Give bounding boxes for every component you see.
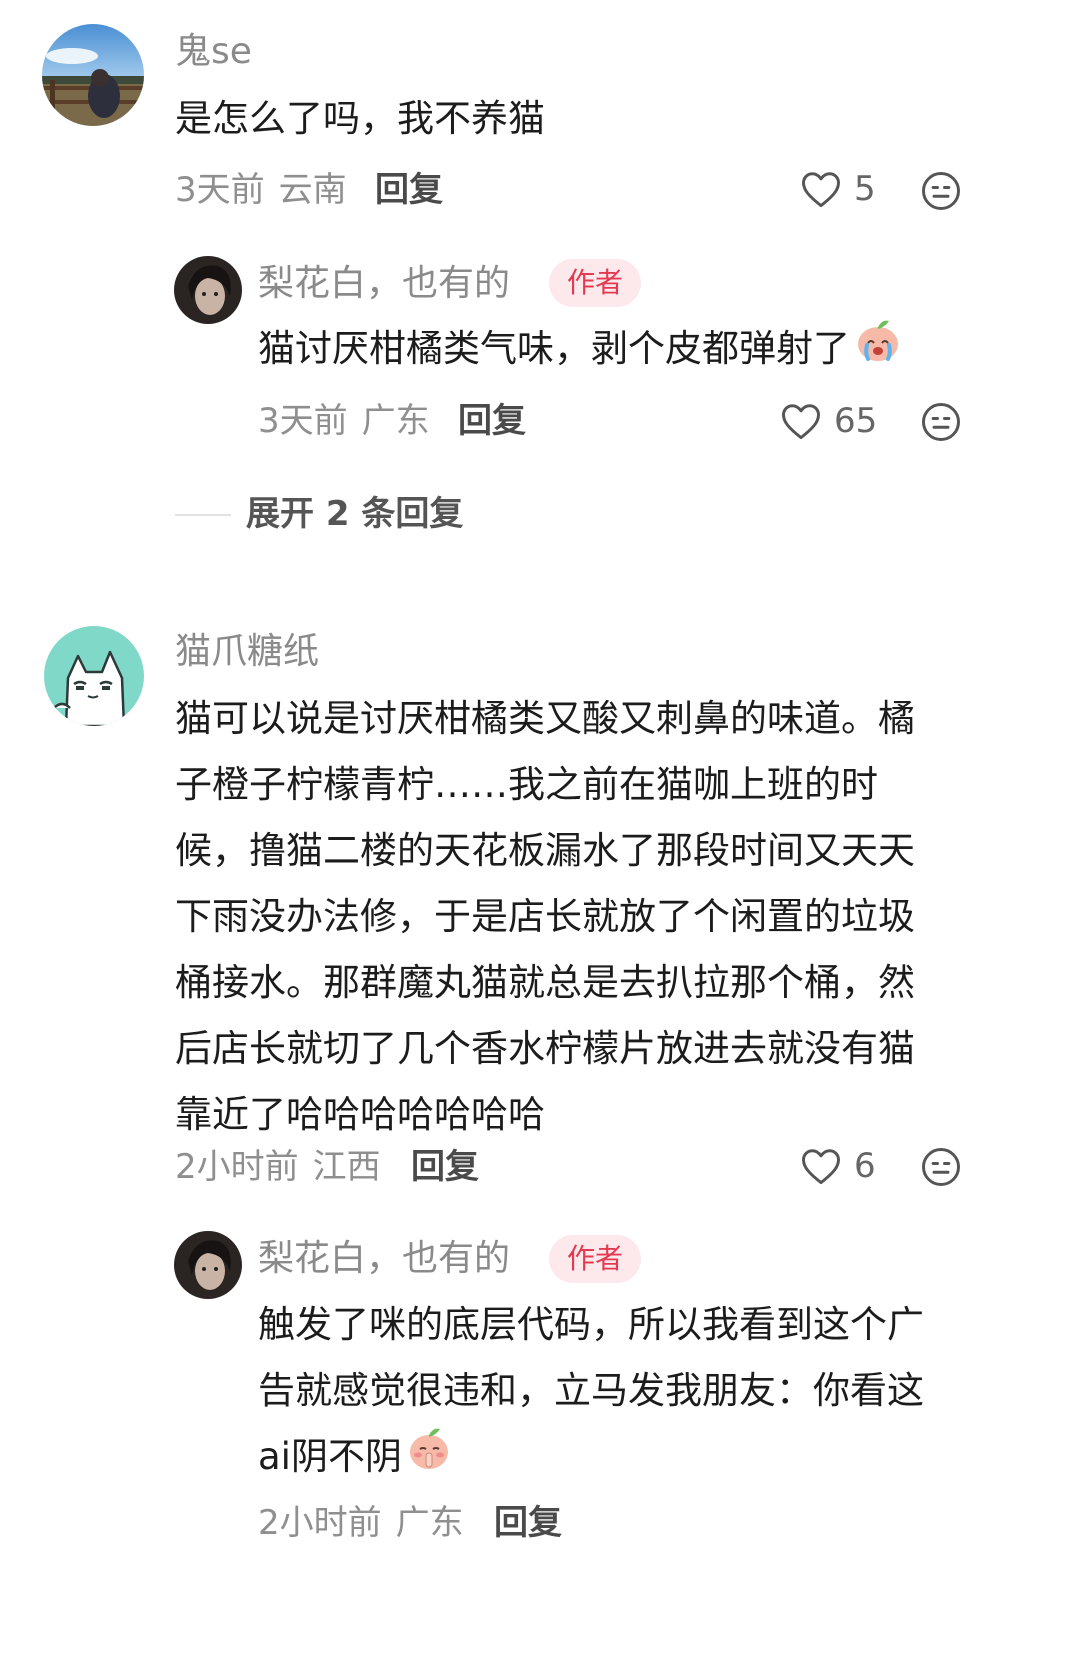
reply-button[interactable]: 回复 — [458, 404, 526, 438]
comment-location: 江西 — [312, 1147, 381, 1187]
reply-text: 猫讨厌柑橘类气味，剥个皮都弹射了 — [258, 316, 902, 384]
comment-time: 3天前 — [175, 170, 265, 210]
comment-text-line: 桶接水。那群魔丸猫就总是去扒拉那个桶，然 — [175, 961, 915, 1004]
reply-text-line: ai阴不阴 — [258, 1435, 402, 1478]
avatar[interactable] — [42, 24, 144, 126]
username[interactable]: 猫爪糖纸 — [175, 634, 319, 670]
expand-divider — [175, 514, 231, 516]
avatar[interactable] — [174, 1231, 242, 1299]
reply-text-line: 猫讨厌柑橘类气味，剥个皮都弹射了 — [258, 327, 850, 370]
comment-text: 猫可以说是讨厌柑橘类又酸又刺鼻的味道。橘 子橙子柠檬青柠……我之前在猫咖上班的时… — [175, 686, 915, 1148]
comment-text-line: 是怎么了吗，我不养猫 — [175, 97, 545, 140]
expand-replies-button[interactable]: 展开 2 条回复 — [246, 497, 463, 531]
reply-time: 3天前 — [258, 401, 348, 441]
reply-meta: 2小时前 广东 — [258, 1506, 464, 1540]
comment-text-line: 下雨没办法修，于是店长就放了个闲置的垃圾 — [175, 895, 915, 938]
reply-button[interactable]: 回复 — [494, 1506, 562, 1540]
comment-meta: 3天前 云南 — [175, 173, 347, 207]
react-button[interactable] — [920, 1146, 962, 1192]
like-button[interactable]: 6 — [800, 1146, 876, 1186]
author-badge: 作者 — [549, 1235, 642, 1283]
smiley-face-icon — [922, 172, 960, 210]
like-count: 5 — [854, 169, 876, 209]
username[interactable]: 梨花白，也有的 — [258, 1241, 510, 1277]
like-button[interactable]: 5 — [800, 169, 876, 209]
comment-location: 云南 — [278, 170, 347, 210]
comment-text-line: 候，撸猫二楼的天花板漏水了那段时间又天天 — [175, 829, 915, 872]
heart-outline-icon — [802, 172, 840, 208]
reply-text-line: 告就感觉很违和，立马发我朋友：你看这 — [258, 1369, 924, 1412]
username[interactable]: 梨花白，也有的 — [258, 266, 510, 302]
like-count: 6 — [854, 1146, 876, 1186]
smiley-face-icon — [922, 1148, 960, 1186]
reply-time: 2小时前 — [258, 1503, 382, 1543]
smiley-face-icon — [922, 403, 960, 441]
comment-text-line: 猫可以说是讨厌柑橘类又酸又刺鼻的味道。橘 — [175, 697, 915, 740]
avatar[interactable] — [174, 256, 242, 324]
reply-button[interactable]: 回复 — [375, 173, 443, 207]
reply-location: 广东 — [361, 401, 430, 441]
react-button[interactable] — [920, 170, 962, 216]
comment-text-line: 子橙子柠檬青柠……我之前在猫咖上班的时 — [175, 763, 878, 806]
comment-text-line: 后店长就切了几个香水柠檬片放进去就没有猫 — [175, 1027, 915, 1070]
heart-outline-icon — [782, 404, 820, 440]
reply-text-line: 触发了咪的底层代码，所以我看到这个广 — [258, 1303, 924, 1346]
reply-meta: 3天前 广东 — [258, 404, 430, 438]
reply-location: 广东 — [395, 1503, 464, 1543]
react-button[interactable] — [920, 401, 962, 447]
comment-meta: 2小时前 江西 — [175, 1150, 381, 1184]
shush-peach-emoji — [406, 1425, 452, 1492]
comment-text: 是怎么了吗，我不养猫 — [175, 86, 545, 152]
like-count: 65 — [834, 401, 878, 441]
like-button[interactable]: 65 — [780, 401, 877, 441]
comment-text-line: 靠近了哈哈哈哈哈哈哈 — [175, 1093, 545, 1136]
heart-outline-icon — [802, 1149, 840, 1185]
crying-peach-emoji — [854, 317, 902, 384]
reply-text: 触发了咪的底层代码，所以我看到这个广 告就感觉很违和，立马发我朋友：你看这 ai… — [258, 1292, 924, 1492]
comment-time: 2小时前 — [175, 1147, 299, 1187]
avatar[interactable] — [44, 626, 144, 726]
username[interactable]: 鬼se — [175, 34, 252, 70]
author-badge: 作者 — [549, 259, 642, 307]
reply-button[interactable]: 回复 — [411, 1150, 479, 1184]
